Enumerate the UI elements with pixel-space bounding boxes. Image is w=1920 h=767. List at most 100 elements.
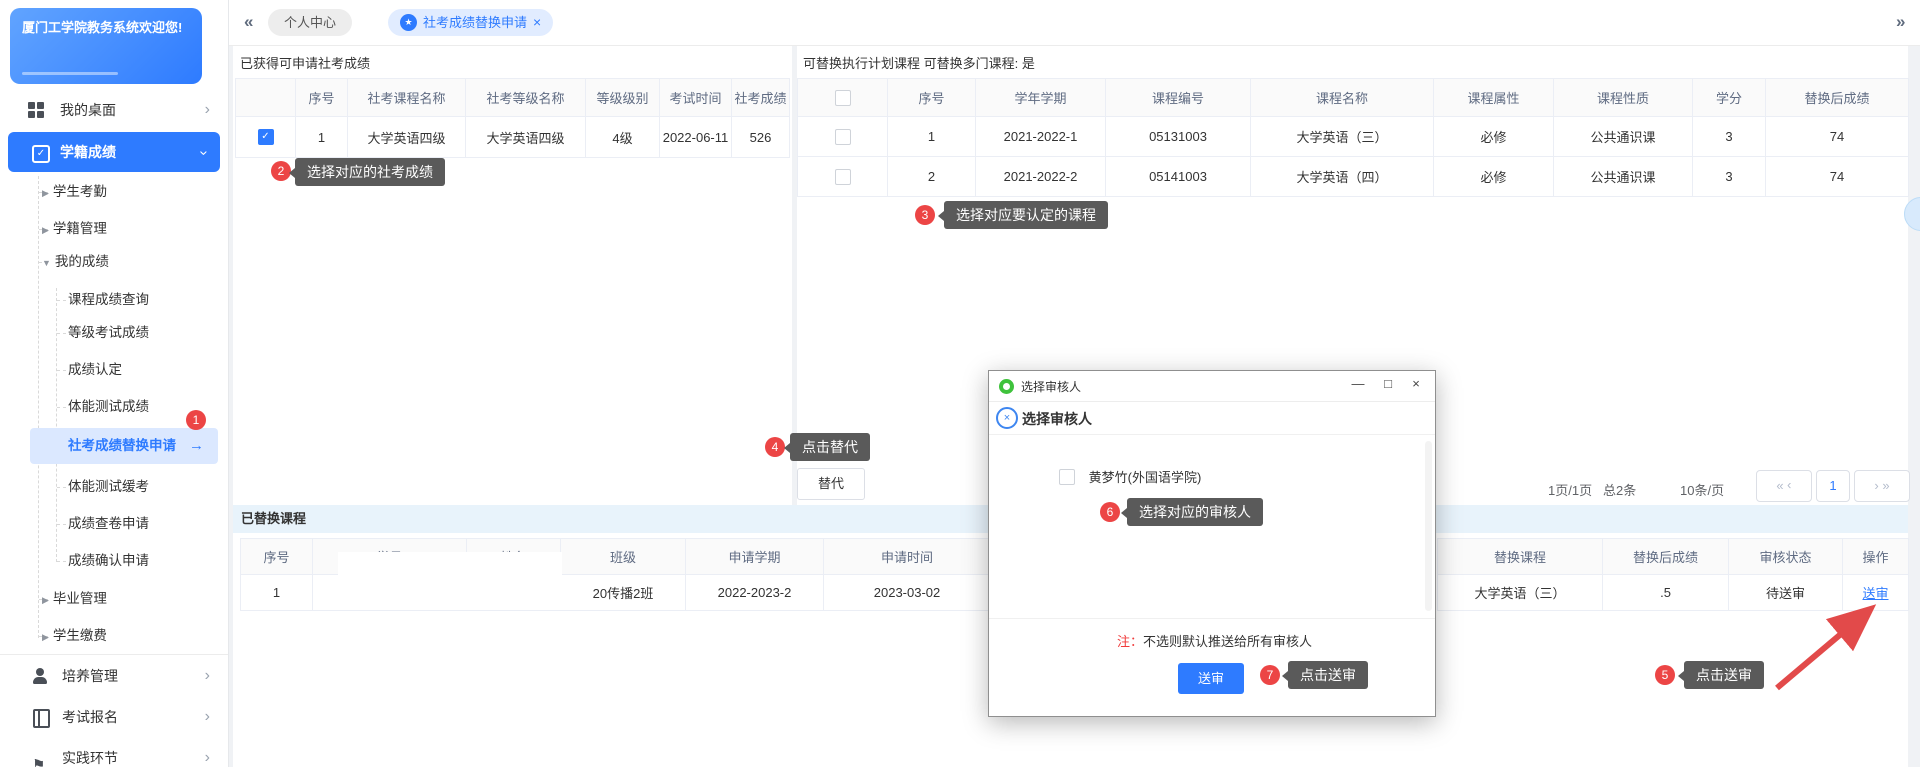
cell-term: 2021-2022-2 — [976, 157, 1106, 197]
sidebar-item-student-status-management[interactable]: ▶学籍管理 — [42, 217, 107, 241]
chevron-right-icon: › — [205, 656, 210, 696]
cell-apply-term: 2022-2023-2 — [686, 575, 824, 611]
cell-course-attr: 必修 — [1434, 157, 1554, 197]
sidebar-item-training-management[interactable]: 培养管理 › — [0, 656, 228, 696]
col-credit: 学分 — [1693, 79, 1766, 117]
tree-expanded-icon: ▼ — [42, 258, 51, 268]
sidebar-item-score-recognition[interactable]: 成绩认定 — [68, 358, 122, 382]
sidebar-item-fitness-test-postpone[interactable]: 体能测试缓考 — [68, 475, 149, 499]
sidebar-item-level-exam-score[interactable]: 等级考试成绩 — [68, 321, 149, 345]
sidebar-item-score-review-apply[interactable]: 成绩查卷申请 — [68, 512, 149, 536]
sidebar-item-social-exam-score-replace[interactable]: 社考成绩替换申请 → — [30, 428, 218, 464]
cell-course-name: 大学英语（四） — [1251, 157, 1434, 197]
sidebar-item-student-attendance[interactable]: ▶学生考勤 — [42, 180, 107, 204]
tooltip-text: 选择对应的社考成绩 — [307, 164, 433, 180]
sidebar-item-label: 学籍成绩 — [60, 132, 116, 172]
pagination-first-prev[interactable]: « › — [1756, 470, 1812, 502]
window-titlebar[interactable]: 选择审核人 — □ × — [989, 371, 1435, 402]
tree-stub — [57, 370, 66, 371]
col-replaced-score: 替换后成绩 — [1603, 539, 1729, 575]
sidebar-item-my-scores[interactable]: ▼我的成绩 — [42, 250, 109, 274]
welcome-banner: 厦门工学院教务系统欢迎您! — [10, 8, 202, 84]
col-replace-course: 替换课程 — [1438, 539, 1603, 575]
tabs-expand-icon[interactable]: » — [1896, 12, 1905, 32]
table-header-row: 序号 社考课程名称 社考等级名称 等级级别 考试时间 社考成绩 — [236, 79, 790, 117]
submit-review-button[interactable]: 送审 — [1178, 663, 1244, 694]
tree-collapsed-icon: ▶ — [42, 225, 49, 235]
header-checkbox[interactable] — [835, 90, 851, 106]
maximize-icon[interactable]: □ — [1375, 376, 1401, 391]
sidebar-item-label: 考试报名 — [62, 697, 118, 737]
page-info: 1页/1页 — [1548, 480, 1592, 499]
chevron-right-icon: › — [205, 697, 210, 737]
tree-line — [38, 176, 39, 638]
col-operation: 操作 — [1843, 539, 1909, 575]
modal-header: × 选择审核人 — [989, 401, 1435, 435]
note-prefix: 注： — [1117, 634, 1143, 649]
circled-x-icon[interactable]: × — [996, 407, 1018, 429]
pagination-prev-icon: « — [1776, 478, 1783, 493]
pagination-next-icon: › — [1874, 478, 1878, 493]
replace-button[interactable]: 替代 — [797, 468, 865, 500]
col-exam-date: 考试时间 — [660, 79, 732, 117]
star-icon: ★ — [400, 14, 417, 31]
sidebar-item-practice-segment[interactable]: ⚑ 实践环节 › — [0, 738, 228, 767]
table-header-row: 替换课程 替换后成绩 审核状态 操作 — [1438, 539, 1909, 575]
sidebar-item-exam-registration[interactable]: 考试报名 › — [0, 697, 228, 737]
close-icon[interactable]: × — [1403, 376, 1429, 391]
col-index: 序号 — [296, 79, 348, 117]
tree-stub — [57, 524, 66, 525]
col-replaced-score: 替换后成绩 — [1766, 79, 1909, 117]
tree-item-label: 社考成绩替换申请 — [68, 428, 176, 464]
sidebar-item-student-payment[interactable]: ▶学生缴费 — [42, 624, 107, 648]
col-index: 序号 — [241, 539, 313, 575]
row-checkbox[interactable] — [835, 169, 851, 185]
annotation-tooltip-4: 点击替代 — [790, 433, 870, 461]
tooltip-text: 点击替代 — [802, 439, 858, 455]
tab-personal-center[interactable]: 个人中心 — [268, 9, 352, 36]
tab-social-exam-score-replace[interactable]: ★ 社考成绩替换申请 × — [388, 9, 553, 36]
cell-course-type: 公共通识课 — [1554, 117, 1693, 157]
tooltip-text: 点击送审 — [1300, 667, 1356, 683]
modal-note: 注：不选则默认推送给所有审核人 — [1117, 631, 1312, 650]
reviewer-checkbox[interactable] — [1059, 469, 1075, 485]
col-course-type: 课程性质 — [1554, 79, 1693, 117]
tree-item-label: 等级考试成绩 — [68, 325, 149, 340]
annotation-badge-7: 7 — [1260, 665, 1280, 685]
tree-stub — [57, 333, 66, 334]
cell-replace-course: 大学英语（三） — [1438, 575, 1603, 611]
cell-exam-course: 大学英语四级 — [348, 117, 466, 158]
tab-close-icon[interactable]: × — [533, 9, 541, 36]
tree-item-label: 毕业管理 — [53, 591, 107, 606]
tree-collapsed-icon: ▶ — [42, 188, 49, 198]
right-table-title: 可替换执行计划课程 可替换多门课程: 是 — [803, 53, 1035, 72]
sidebar-item-score-confirm-apply[interactable]: 成绩确认申请 — [68, 549, 149, 573]
pagination-next-last[interactable]: › » — [1854, 470, 1910, 502]
sidebar-item-graduation-management[interactable]: ▶毕业管理 — [42, 587, 107, 611]
tooltip-arrow — [1282, 671, 1288, 681]
modal-scrollbar[interactable] — [1425, 441, 1432, 611]
tooltip-text: 点击送审 — [1696, 667, 1752, 683]
sidebar: 厦门工学院教务系统欢迎您! 我的桌面 › ✓ 学籍成绩 › ▶学生考勤 — [0, 0, 229, 767]
arrow-right-icon: → — [189, 428, 204, 464]
sidebar-item-student-status-scores[interactable]: ✓ 学籍成绩 › — [8, 132, 220, 172]
checklist-icon: ✓ — [32, 145, 50, 163]
sidebar-divider — [0, 654, 228, 655]
sidebar-item-fitness-test-score[interactable]: 体能测试成绩 — [68, 395, 149, 419]
col-class: 班级 — [561, 539, 686, 575]
reviewer-option[interactable]: 黄梦竹(外国语学院) — [1059, 467, 1201, 486]
pagination-page-1[interactable]: 1 — [1816, 470, 1850, 502]
tooltip-arrow — [289, 168, 295, 178]
sidebar-item-my-desktop[interactable]: 我的桌面 › — [0, 91, 228, 129]
chevron-right-icon: › — [205, 91, 210, 129]
cell-course-attr: 必修 — [1434, 117, 1554, 157]
grid-icon — [28, 102, 44, 118]
minimize-icon[interactable]: — — [1345, 376, 1371, 391]
annotation-tooltip-6: 选择对应的审核人 — [1127, 498, 1263, 526]
row-checkbox[interactable] — [835, 129, 851, 145]
col-course-name: 课程名称 — [1251, 79, 1434, 117]
sidebar-item-course-score-query[interactable]: 课程成绩查询 — [68, 288, 149, 312]
tabs-collapse-icon[interactable]: « — [244, 12, 253, 32]
col-apply-date: 申请时间 — [824, 539, 991, 575]
row-checkbox-checked[interactable]: ✓ — [258, 129, 274, 145]
